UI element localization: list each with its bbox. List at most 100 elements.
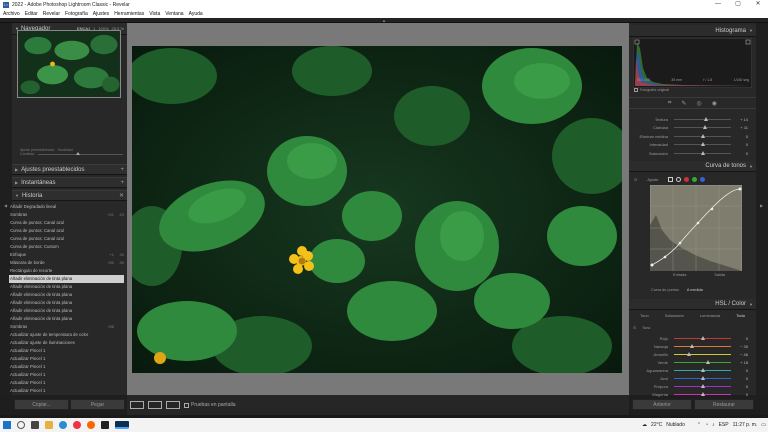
- image-canvas[interactable]: [127, 23, 629, 395]
- right-panel-toggle[interactable]: ▶: [756, 23, 768, 395]
- history-item[interactable]: Añadir eliminación de tinta plana: [9, 283, 124, 291]
- task-view-icon[interactable]: [31, 421, 39, 429]
- history-item[interactable]: Curva de puntos: Canal azul: [9, 219, 124, 227]
- blue-channel-icon[interactable]: [700, 176, 706, 182]
- slider-intensidad[interactable]: Intensidad 0: [633, 141, 748, 149]
- history-item[interactable]: Actualizar Pincel 1: [9, 363, 124, 371]
- soft-proof-checkbox[interactable]: [184, 402, 189, 408]
- media-app-icon[interactable]: [101, 421, 109, 429]
- slider-knob[interactable]: [700, 367, 705, 372]
- tab-saturacion[interactable]: Saturación: [665, 313, 684, 321]
- slider-eliminar-neblina[interactable]: Eliminar neblina 0: [633, 132, 748, 140]
- slider-value[interactable]: 0: [734, 384, 748, 389]
- history-item[interactable]: Curva de puntos: Custom: [9, 243, 124, 251]
- masking-icon[interactable]: ◉: [712, 100, 717, 107]
- slider-track[interactable]: [674, 133, 731, 138]
- notification-icon[interactable]: ▭: [761, 422, 766, 428]
- slider-value[interactable]: 0: [734, 368, 748, 373]
- slider-knob[interactable]: [705, 359, 710, 364]
- tone-curve-graph[interactable]: [650, 185, 742, 271]
- slider-value[interactable]: 0: [734, 151, 748, 156]
- slider-knob[interactable]: [700, 142, 705, 146]
- history-item[interactable]: Añadir eliminación de tinta plana: [9, 315, 124, 323]
- slider-knob[interactable]: [690, 343, 695, 348]
- minimize-icon[interactable]: —: [708, 0, 728, 9]
- tone-curve-header[interactable]: Curva de tonos ▼: [629, 161, 756, 172]
- target-adjust-icon[interactable]: ⊙: [634, 177, 637, 182]
- file-explorer-icon[interactable]: [45, 421, 53, 429]
- slider-knob[interactable]: [700, 335, 705, 340]
- history-item[interactable]: Rectángulo de recorte: [9, 267, 124, 275]
- history-item[interactable]: Añadir eliminación de tinta plana: [9, 299, 124, 307]
- history-item[interactable]: Añadir eliminación de tinta plana: [9, 307, 124, 315]
- history-item[interactable]: Actualizar Pincel 1: [9, 387, 124, 395]
- crop-tool-icon[interactable]: ⌗: [668, 100, 671, 107]
- slider-knob[interactable]: [704, 116, 709, 121]
- slider-knob[interactable]: [700, 391, 705, 396]
- history-item[interactable]: Añadir eliminación de tinta plana: [9, 291, 124, 299]
- slider-track[interactable]: [674, 116, 731, 121]
- menu-ayuda[interactable]: Ayuda: [189, 11, 203, 17]
- slider-knob[interactable]: [700, 383, 705, 388]
- slider-knob[interactable]: [687, 351, 692, 356]
- slider-value[interactable]: + 11: [734, 125, 748, 130]
- tray-chevron-icon[interactable]: ⌃: [697, 422, 701, 428]
- photo-leaves-flower[interactable]: [132, 46, 622, 373]
- spot-removal-icon[interactable]: ✎: [681, 100, 686, 107]
- menu-archivo[interactable]: Archivo: [3, 11, 20, 17]
- slider-azul[interactable]: Azul 0: [633, 374, 748, 382]
- slider-track[interactable]: [674, 343, 731, 348]
- history-item[interactable]: Actualizar Pincel 1: [9, 355, 124, 363]
- slider-track[interactable]: [674, 375, 731, 380]
- history-section-header[interactable]: ▼ Historia ✕: [12, 190, 127, 201]
- slider-claridad[interactable]: Claridad + 11: [633, 124, 748, 132]
- original-photo-row[interactable]: Fotografía original: [634, 88, 669, 92]
- slider-track[interactable]: [674, 142, 731, 146]
- slider-value[interactable]: 0: [734, 392, 748, 397]
- history-item[interactable]: Actualizar ajuste de iluminaciones: [9, 339, 124, 347]
- slider-knob[interactable]: [700, 150, 705, 155]
- parametric-curve-icon[interactable]: [668, 176, 674, 182]
- lightroom-taskbar-icon[interactable]: [115, 421, 129, 429]
- slider-value[interactable]: + 18: [734, 360, 748, 365]
- snapshots-section-header[interactable]: ▶ Instantáneas +: [12, 177, 127, 188]
- slider-value[interactable]: 0: [734, 376, 748, 381]
- history-item[interactable]: Actualizar Pincel 1: [9, 347, 124, 355]
- firefox-icon[interactable]: [87, 421, 95, 429]
- green-channel-icon[interactable]: [692, 176, 698, 182]
- history-item[interactable]: Añadir eliminación de tinta plana: [9, 275, 124, 283]
- slider-knob[interactable]: [703, 125, 708, 129]
- windows-start-icon[interactable]: [3, 421, 11, 429]
- history-item[interactable]: Sombras +88: [9, 323, 124, 331]
- slider-value[interactable]: − 46: [734, 352, 748, 357]
- slider-saturaci-n[interactable]: Saturación 0: [633, 149, 748, 157]
- menu-herramientas[interactable]: Herramientas: [114, 11, 144, 17]
- close-icon[interactable]: ✕: [748, 0, 768, 9]
- slider-track[interactable]: [674, 383, 731, 388]
- history-item[interactable]: Actualizar ajuste de temperatura de colo…: [9, 331, 124, 339]
- add-snapshot-icon[interactable]: +: [120, 180, 124, 186]
- history-item[interactable]: Actualizar Pincel 1: [9, 379, 124, 387]
- slider-track[interactable]: [674, 367, 731, 372]
- menu-revelar[interactable]: Revelar: [43, 11, 60, 17]
- slider-amarillo[interactable]: Amarillo − 46: [633, 350, 748, 358]
- slider-track[interactable]: [674, 150, 731, 155]
- edge-icon[interactable]: [59, 421, 67, 429]
- slider-rojo[interactable]: Rojo 0: [633, 334, 748, 342]
- slider-knob[interactable]: [700, 375, 705, 380]
- wifi-icon[interactable]: ◔: [705, 422, 708, 428]
- language-indicator[interactable]: ESP: [719, 422, 729, 428]
- tab-tono[interactable]: Tono: [640, 313, 649, 321]
- point-curve-select[interactable]: A medida: [687, 288, 703, 292]
- original-photo-checkbox[interactable]: [634, 88, 638, 92]
- clear-history-icon[interactable]: ✕: [119, 192, 124, 199]
- volume-icon[interactable]: ♪: [712, 422, 715, 428]
- history-item[interactable]: Sombras +61 63: [9, 211, 124, 219]
- history-item[interactable]: Curva de puntos: Canal azul: [9, 235, 124, 243]
- previous-button[interactable]: Anterior: [632, 399, 692, 410]
- slider-value[interactable]: 0: [734, 336, 748, 341]
- copy-button[interactable]: Copiar...: [14, 399, 69, 410]
- slider-knob[interactable]: [700, 133, 705, 138]
- slider-value[interactable]: 0: [734, 134, 748, 139]
- navigator-thumbnail[interactable]: [17, 30, 121, 98]
